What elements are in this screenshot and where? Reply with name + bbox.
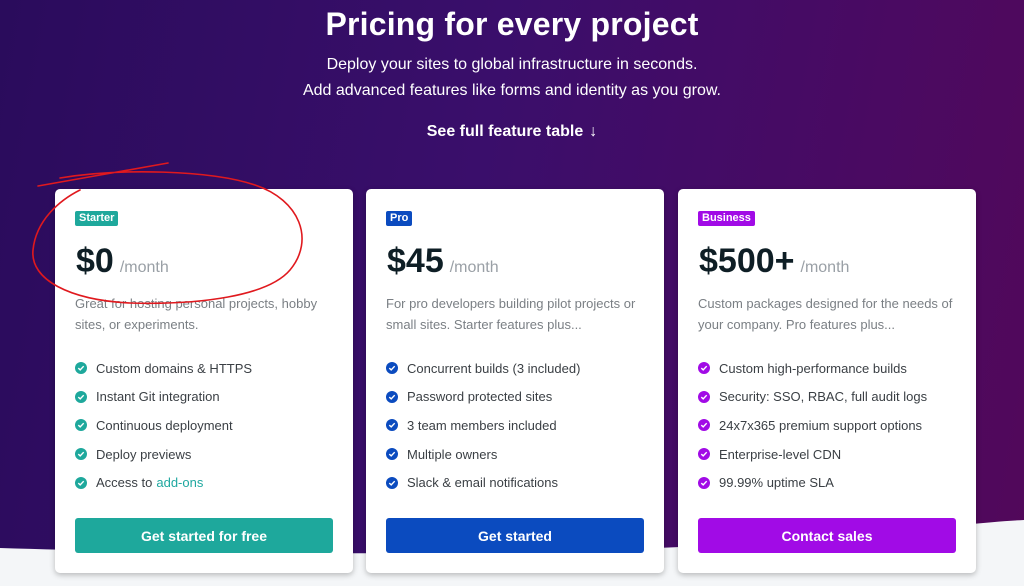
plan-description: Custom packages designed for the needs o… xyxy=(698,296,953,332)
feature-item: Access to add-ons xyxy=(75,468,252,497)
feature-item: Slack & email notifications xyxy=(386,468,580,497)
feature-text: 24x7x365 premium support options xyxy=(719,417,923,433)
plan-card-pro: Pro $45/month For pro developers buildin… xyxy=(366,189,664,573)
page-title: Pricing for every project xyxy=(325,6,699,42)
plan-description: For pro developers building pilot projec… xyxy=(386,296,636,332)
feature-item: Security: SSO, RBAC, full audit logs xyxy=(698,383,927,412)
check-circle-icon xyxy=(75,476,87,489)
feature-table-link-label: See full feature table xyxy=(426,123,584,140)
feature-item: 24x7x365 premium support options xyxy=(698,411,927,440)
price-value: $45 xyxy=(387,242,444,280)
feature-text: Enterprise-level CDN xyxy=(719,446,842,462)
plan-badge: Business xyxy=(698,211,755,226)
price-period: /month xyxy=(449,259,499,276)
add-ons-link[interactable]: add-ons xyxy=(156,475,203,490)
feature-item: Deploy previews xyxy=(75,440,252,469)
feature-item: Custom domains & HTTPS xyxy=(75,354,252,383)
check-circle-icon xyxy=(75,448,87,461)
feature-list: Concurrent builds (3 included) Password … xyxy=(386,354,580,497)
feature-text: Deploy previews xyxy=(96,446,192,462)
get-started-free-button[interactable]: Get started for free xyxy=(75,518,333,553)
feature-text: Concurrent builds (3 included) xyxy=(407,360,581,376)
feature-list: Custom domains & HTTPS Instant Git integ… xyxy=(75,354,252,497)
check-circle-icon xyxy=(75,419,87,432)
feature-text: Multiple owners xyxy=(407,446,498,462)
check-circle-icon xyxy=(386,362,398,375)
contact-sales-button[interactable]: Contact sales xyxy=(698,518,956,553)
feature-item: Continuous deployment xyxy=(75,411,252,440)
feature-table-link[interactable]: See full feature table ↓ xyxy=(0,123,1024,141)
price-value: $0 xyxy=(76,242,114,280)
feature-item: Enterprise-level CDN xyxy=(698,440,927,469)
subtitle-line-2: Add advanced features like forms and ide… xyxy=(302,82,721,99)
check-circle-icon xyxy=(75,390,87,403)
arrow-down-icon: ↓ xyxy=(589,123,598,140)
feature-text: Custom high-performance builds xyxy=(719,360,907,376)
feature-item: Password protected sites xyxy=(386,383,580,412)
check-circle-icon xyxy=(386,448,398,461)
plan-price: $45/month xyxy=(387,241,499,288)
check-circle-icon xyxy=(386,476,398,489)
price-period: /month xyxy=(800,259,850,276)
plan-badge: Starter xyxy=(75,211,119,226)
feature-item: Instant Git integration xyxy=(75,383,252,412)
feature-text: Custom domains & HTTPS xyxy=(96,360,253,376)
plan-description: Great for hosting personal projects, hob… xyxy=(75,296,318,332)
check-circle-icon xyxy=(698,448,710,461)
get-started-button[interactable]: Get started xyxy=(386,518,644,553)
feature-list: Custom high-performance builds Security:… xyxy=(698,354,927,497)
check-circle-icon xyxy=(698,390,710,403)
feature-item: Custom high-performance builds xyxy=(698,354,927,383)
feature-item: 3 team members included xyxy=(386,411,580,440)
check-circle-icon xyxy=(386,419,398,432)
check-circle-icon xyxy=(386,390,398,403)
feature-item: Concurrent builds (3 included) xyxy=(386,354,580,383)
check-circle-icon xyxy=(698,476,710,489)
check-circle-icon xyxy=(698,419,710,432)
plan-price: $0/month xyxy=(76,241,169,288)
feature-text: Continuous deployment xyxy=(96,417,233,433)
feature-text: Access to xyxy=(96,475,153,491)
feature-text: 3 team members included xyxy=(407,417,557,433)
feature-item: Multiple owners xyxy=(386,440,580,469)
plan-card-starter: Starter $0/month Great for hosting perso… xyxy=(55,189,353,573)
feature-text: Slack & email notifications xyxy=(407,475,559,491)
feature-text: Security: SSO, RBAC, full audit logs xyxy=(719,389,928,405)
plan-card-business: Business $500+ /month Custom packages des… xyxy=(678,189,976,573)
feature-text: Password protected sites xyxy=(407,389,553,405)
price-period: /month xyxy=(119,259,169,276)
feature-item: 99.99% uptime SLA xyxy=(698,468,927,497)
check-circle-icon xyxy=(698,362,710,375)
plan-badge: Pro xyxy=(386,211,413,226)
feature-text: Instant Git integration xyxy=(96,389,220,405)
check-circle-icon xyxy=(75,362,87,375)
price-value: $500+ xyxy=(699,242,795,280)
subtitle-line-1: Deploy your sites to global infrastructu… xyxy=(326,56,698,73)
plan-price: $500+ /month xyxy=(699,241,849,288)
feature-text: 99.99% uptime SLA xyxy=(719,475,834,491)
